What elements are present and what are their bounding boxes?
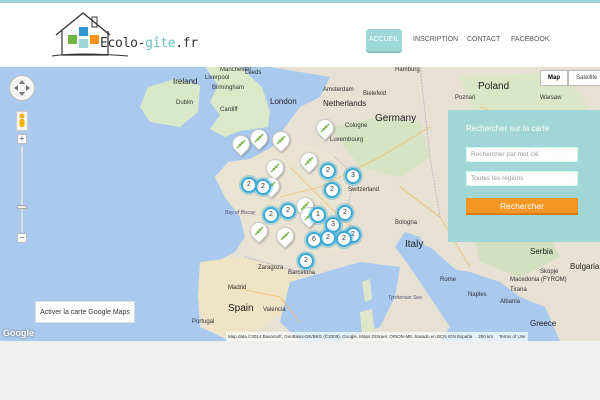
map-label-luxembourg: Luxembourg (330, 137, 364, 143)
map-label-tirana: Tirana (510, 287, 527, 293)
marker-cluster[interactable]: 2 (280, 203, 296, 219)
marker-cluster[interactable]: 2 (255, 179, 271, 195)
google-logo: Google (3, 328, 34, 338)
map-label-liverpool: Liverpool (205, 75, 230, 81)
map-label-italy: Italy (405, 239, 424, 250)
map-label-serbia: Serbia (530, 247, 554, 256)
map-label-valencia: Valencia (263, 307, 286, 313)
map-label-poland: Poland (478, 81, 510, 92)
marker-cluster[interactable]: 2 (324, 182, 340, 198)
map-label-zaragoza: Zaragoza (258, 265, 284, 271)
map-label-cardiff: Cardiff (220, 107, 238, 113)
activate-google-maps-button[interactable]: Activer la carte Google Maps (35, 301, 135, 323)
map-label-germany: Germany (375, 113, 417, 124)
map-scale: 200 km (478, 334, 494, 339)
leaf-icon (254, 226, 264, 236)
map-label-poznan: Poznań (455, 95, 476, 101)
terms-of-use-link[interactable]: Terms of Use (499, 332, 526, 341)
house-logo-icon (51, 12, 129, 57)
region-select[interactable]: Toutes les régions (466, 171, 578, 186)
site-header: Ecolo-gîte.fr Accueil Inscription Contac… (0, 3, 600, 67)
marker-cluster[interactable]: 2 (320, 163, 336, 179)
keyword-search-input[interactable]: Rechercher par mot clé (466, 147, 578, 162)
map-label-hamburg: Hamburg (395, 67, 420, 73)
marker-cluster[interactable]: 2 (320, 230, 336, 246)
site-logo[interactable] (48, 9, 198, 59)
map-label-ireland: Ireland (173, 77, 198, 86)
map-label-amsterdam: Amsterdam (323, 87, 354, 93)
map-label-greece: Greece (530, 319, 557, 328)
map-label-netherlands: Netherlands (323, 99, 367, 108)
map-label-birmingham: Birmingham (212, 85, 245, 91)
map-pan-control[interactable] (9, 75, 35, 101)
map-label-macedonia: Macedonia (FYROM) (510, 277, 567, 283)
leaf-icon (280, 231, 290, 241)
map-label-naples: Naples (468, 292, 487, 298)
map-label-madrid: Madrid (228, 285, 247, 291)
map-label-london: London (270, 97, 297, 106)
map-type-map-button[interactable]: Map (540, 70, 568, 86)
map-label-warsaw: Warsaw (540, 95, 562, 101)
marker-cluster[interactable]: 6 (306, 232, 322, 248)
pegman-icon (19, 113, 25, 127)
google-map[interactable]: Ireland Manchester Liverpool Leeds Birmi… (0, 67, 600, 341)
zoom-slider-knob[interactable] (17, 205, 27, 209)
zoom-track[interactable] (21, 146, 23, 232)
marker-cluster[interactable]: 2 (337, 205, 353, 221)
map-label-albania: Albania (500, 299, 521, 305)
map-label-bay-of-biscay: Bay of Biscay (225, 210, 256, 216)
leaf-icon (304, 156, 314, 166)
map-type-satellite-button[interactable]: Satellite (568, 70, 600, 86)
map-search-panel: Rechercher sur la carte Rechercher par m… (448, 110, 600, 242)
map-zoom-control[interactable]: + − (17, 134, 27, 244)
map-attribution: Map data ©2014 Basarsoft, GeoBasis-DE/BK… (226, 332, 528, 341)
zoom-out-button[interactable]: − (17, 233, 27, 243)
street-view-pegman[interactable] (16, 111, 28, 131)
map-label-bologna: Bologna (395, 220, 418, 226)
leaf-icon (254, 133, 264, 143)
nav-inscription[interactable]: Inscription (413, 29, 458, 51)
marker-cluster[interactable]: 1 (310, 207, 326, 223)
map-label-bulgaria: Bulgaria (570, 262, 600, 271)
search-panel-title: Rechercher sur la carte (466, 124, 550, 133)
pan-arrows-icon (14, 80, 30, 96)
marker-cluster[interactable]: 2 (336, 231, 352, 247)
map-label-bielefeld: Bielefeld (363, 91, 387, 97)
marker-cluster[interactable]: 3 (345, 168, 361, 184)
marker-cluster[interactable]: 2 (263, 207, 279, 223)
map-label-leeds: Leeds (245, 70, 262, 76)
map-label-tyrrhenian: Tyrrhenian Sea (388, 295, 422, 301)
map-data-credits: Map data ©2014 Basarsoft, GeoBasis-DE/BK… (228, 334, 473, 339)
leaf-icon (276, 135, 286, 145)
marker-cluster[interactable]: 2 (298, 253, 314, 269)
map-label-skopje: Skopje (540, 269, 559, 275)
map-label-cologne: Cologne (345, 123, 368, 129)
map-label-dublin: Dublin (176, 100, 194, 106)
map-label-rome: Rome (440, 277, 457, 283)
zoom-in-button[interactable]: + (17, 134, 27, 144)
nav-accueil[interactable]: Accueil (366, 29, 402, 51)
leaf-icon (270, 163, 280, 173)
map-label-switzerland: Switzerland (348, 187, 380, 193)
nav-facebook[interactable]: Facebook (511, 29, 550, 51)
map-label-spain: Spain (228, 303, 254, 314)
search-button[interactable]: Rechercher (466, 198, 578, 215)
nav-contact[interactable]: Contact (467, 29, 500, 51)
map-label-barcelona: Barcelona (288, 270, 316, 276)
logo-text[interactable]: Ecolo-gîte.fr (100, 36, 198, 51)
map-type-toggle: Map Satellite (540, 70, 600, 86)
map-label-portugal: Portugal (192, 319, 215, 325)
leaf-icon (236, 139, 246, 149)
leaf-icon (320, 123, 330, 133)
marker-cluster[interactable]: 2 (241, 177, 257, 193)
